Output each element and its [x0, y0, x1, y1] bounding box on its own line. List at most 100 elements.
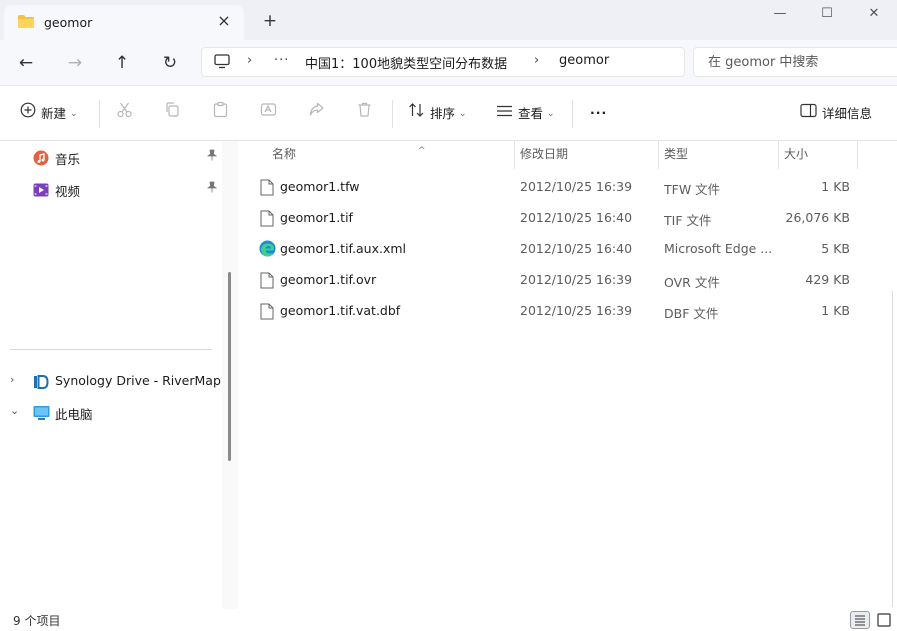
paste-button[interactable]	[212, 100, 229, 126]
file-list: 名称 ^ 修改日期 类型 大小 geomor1.tfw 2012/10/25 1…	[238, 141, 897, 609]
back-arrow-icon[interactable]: ←	[12, 50, 40, 76]
file-date: 2012/10/25 16:40	[520, 210, 633, 225]
file-date: 2012/10/25 16:40	[520, 241, 633, 256]
chevron-down-icon[interactable]: ⌄	[10, 404, 19, 417]
chevron-right-icon[interactable]: ›	[10, 373, 14, 386]
file-name: geomor1.tif	[280, 210, 353, 225]
details-pane-icon	[800, 101, 817, 127]
large-icons-view-icon	[877, 613, 891, 627]
details-view-icon	[855, 615, 865, 626]
add-circle-icon	[20, 101, 36, 127]
sidebar-item-synology-drive[interactable]: › Synology Drive - RiverMap	[0, 367, 222, 395]
sidebar-item-label: 视频	[55, 184, 81, 199]
breadcrumb-item[interactable]: geomor	[559, 53, 609, 68]
address-bar[interactable]: › ··· 中国1：100地貌类型空间分布数据 › geomor	[201, 47, 685, 77]
refresh-icon[interactable]: ↻	[156, 50, 184, 76]
breadcrumb-more[interactable]: ···	[274, 53, 289, 68]
copy-button[interactable]	[164, 100, 181, 126]
sidebar-item-label: 此电脑	[55, 407, 93, 422]
search-input[interactable]	[694, 48, 897, 76]
computer-icon	[33, 405, 50, 424]
file-list-scrollbar[interactable]	[892, 291, 893, 607]
status-bar: 9 个项目	[0, 609, 897, 631]
details-pane-button[interactable]: 详细信息	[800, 100, 872, 126]
file-name: geomor1.tif.aux.xml	[280, 241, 407, 256]
breadcrumb-chevron-icon[interactable]: ›	[247, 53, 252, 68]
sidebar-item-this-pc[interactable]: ⌄ 此电脑	[0, 398, 222, 426]
search-box[interactable]	[693, 47, 897, 77]
file-icon	[260, 303, 274, 323]
chevron-down-icon: ⌄	[70, 108, 78, 119]
edge-icon	[259, 240, 276, 260]
share-icon	[308, 101, 325, 127]
forward-arrow-icon[interactable]: →	[61, 50, 89, 76]
sidebar-item-music[interactable]: 音乐	[0, 143, 222, 171]
pin-icon[interactable]	[206, 181, 218, 196]
column-header-date[interactable]: 修改日期	[514, 141, 658, 169]
navigation-bar: ← → ↑ ↻ › ··· 中国1：100地貌类型空间分布数据 › geomor	[0, 40, 897, 85]
divider	[392, 100, 393, 128]
navigation-pane: 音乐 视频 › Synology Drive - RiverMap ⌄ 此电脑	[0, 141, 222, 609]
breadcrumb-chevron-icon[interactable]: ›	[534, 53, 539, 68]
view-lines-icon	[496, 101, 513, 127]
file-name: geomor1.tif.ovr	[280, 272, 377, 287]
tab-geomor[interactable]: geomor ×	[4, 5, 244, 40]
chevron-down-icon: ⌄	[459, 108, 467, 119]
column-header-label: 修改日期	[520, 147, 569, 161]
pin-icon[interactable]	[206, 149, 218, 164]
column-header-row: 名称 ^ 修改日期 类型 大小	[238, 141, 897, 169]
view-label: 查看	[518, 105, 544, 121]
new-button[interactable]: 新建 ⌄	[20, 100, 78, 126]
cut-button[interactable]	[116, 100, 133, 126]
column-header-label: 大小	[784, 147, 809, 161]
large-icons-view-button[interactable]	[874, 611, 894, 629]
file-name: geomor1.tif.vat.dbf	[280, 303, 401, 318]
file-row[interactable]: geomor1.tif.ovr 2012/10/25 16:39 OVR 文件 …	[238, 265, 897, 296]
sort-ascending-icon: ^	[418, 146, 426, 156]
up-arrow-icon[interactable]: ↑	[108, 50, 136, 76]
new-label: 新建	[41, 105, 67, 121]
item-count: 9 个项目	[13, 614, 61, 628]
column-header-name[interactable]: 名称 ^	[272, 141, 514, 169]
file-size: 1 KB	[821, 179, 850, 194]
file-row[interactable]: geomor1.tif 2012/10/25 16:40 TIF 文件 26,0…	[238, 203, 897, 234]
sidebar-item-label: Synology Drive - RiverMap	[55, 373, 221, 388]
monitor-icon[interactable]	[214, 54, 230, 73]
share-button[interactable]	[308, 100, 325, 126]
file-row[interactable]: geomor1.tif.aux.xml 2012/10/25 16:40 Mic…	[238, 234, 897, 265]
view-button[interactable]: 查看 ⌄	[496, 100, 555, 126]
minimize-icon[interactable]: —	[757, 0, 803, 30]
file-name: geomor1.tfw	[280, 179, 360, 194]
tab-title: geomor	[44, 15, 93, 30]
file-type: Microsoft Edge ...	[664, 241, 773, 256]
column-header-size[interactable]: 大小	[778, 141, 858, 169]
details-view-button[interactable]	[850, 611, 870, 629]
copy-icon	[164, 101, 181, 127]
music-icon	[33, 150, 49, 169]
sidebar-item-video[interactable]: 视频	[0, 175, 222, 203]
file-explorer-window: geomor × + — ☐ ✕ ← → ↑ ↻ › ··· 中国1：100地貌…	[0, 0, 897, 631]
maximize-icon[interactable]: ☐	[804, 0, 850, 30]
synology-drive-icon	[33, 374, 49, 393]
video-icon	[33, 182, 49, 201]
file-icon	[260, 210, 274, 230]
delete-button[interactable]	[356, 100, 373, 126]
new-tab-icon[interactable]: +	[258, 10, 282, 32]
folder-icon	[17, 14, 35, 32]
sidebar-scrollbar[interactable]	[228, 272, 231, 461]
sidebar-divider	[10, 349, 212, 350]
sort-button[interactable]: 排序 ⌄	[408, 100, 467, 126]
rename-button[interactable]	[260, 100, 277, 126]
file-row[interactable]: geomor1.tfw 2012/10/25 16:39 TFW 文件 1 KB	[238, 172, 897, 203]
more-options-button[interactable]: ···	[590, 100, 607, 126]
close-tab-icon[interactable]: ×	[214, 11, 234, 31]
column-header-type[interactable]: 类型	[658, 141, 778, 169]
scissors-icon	[116, 101, 133, 127]
file-row[interactable]: geomor1.tif.vat.dbf 2012/10/25 16:39 DBF…	[238, 296, 897, 327]
rename-icon	[260, 101, 277, 127]
title-bar: geomor × + — ☐ ✕	[0, 0, 897, 40]
close-window-icon[interactable]: ✕	[851, 0, 897, 30]
sort-icon	[408, 101, 425, 127]
file-size: 5 KB	[821, 241, 850, 256]
breadcrumb-item[interactable]: 中国1：100地貌类型空间分布数据	[305, 53, 507, 72]
